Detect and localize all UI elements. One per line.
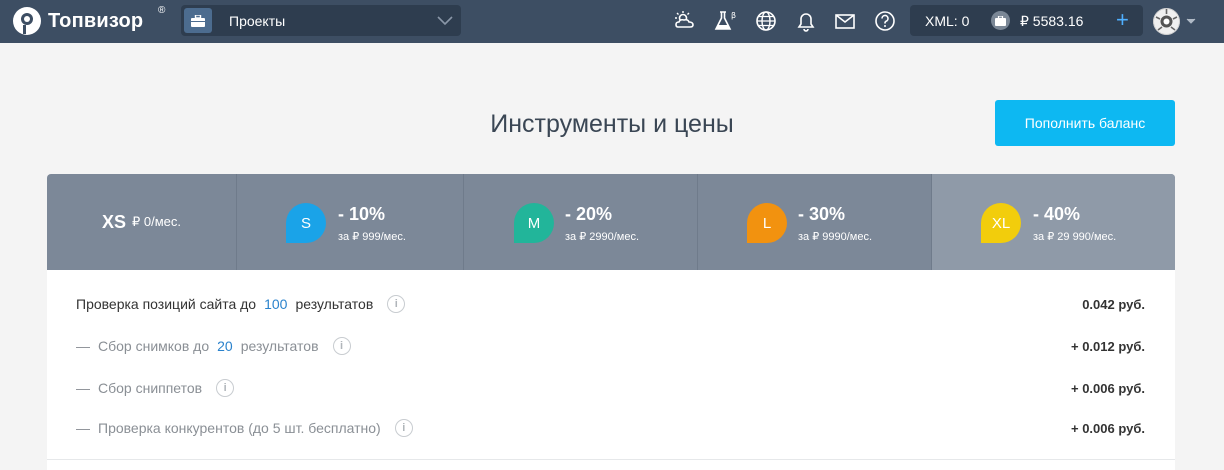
tariff-price: за ₽ 2990/мес. xyxy=(565,231,640,243)
row-text-suffix: результатов xyxy=(295,296,374,312)
tariff-discount: - 20% xyxy=(565,204,613,224)
balance-amount[interactable]: ₽ 5583.16 xyxy=(1020,13,1083,30)
beta-lab-icon[interactable]: β xyxy=(714,10,740,32)
table-row: Проверка позиций сайта до 100 результато… xyxy=(47,284,1175,324)
table-row: — Проверка конкурентов (до 5 шт. бесплат… xyxy=(47,408,1175,448)
project-selector-label: Проекты xyxy=(229,12,286,29)
wallet-icon xyxy=(991,11,1010,30)
tariff-discount: - 10% xyxy=(338,204,386,224)
row-label: — Проверка конкурентов (до 5 шт. бесплат… xyxy=(76,408,413,448)
help-icon[interactable] xyxy=(874,10,896,32)
brand-name: Топвизор xyxy=(48,9,144,32)
table-row: — Сбор сниппетов i + 0.006 руб. xyxy=(47,368,1175,408)
info-icon[interactable]: i xyxy=(332,337,351,355)
row-label: — Сбор снимков до 20 результатов i xyxy=(76,326,351,366)
registered-mark: ® xyxy=(158,5,166,16)
tariff-price: за ₽ 9990/мес. xyxy=(798,231,873,243)
chevron-down-icon xyxy=(437,16,453,26)
account-panel: XML: 0 ₽ 5583.16 + xyxy=(910,5,1143,36)
row-dash: — xyxy=(76,380,90,396)
tariff-discount: - 40% xyxy=(1033,204,1081,224)
tariff-price: за ₽ 999/мес. xyxy=(338,231,406,243)
globe-icon[interactable] xyxy=(755,10,777,32)
briefcase-icon xyxy=(184,8,212,33)
info-icon[interactable]: i xyxy=(394,419,413,437)
row-text: Проверка позиций сайта до xyxy=(76,296,257,312)
results-count-link[interactable]: 20 xyxy=(217,338,233,354)
tariff-price: за ₽ 29 990/мес. xyxy=(1033,231,1117,243)
price-table: Проверка позиций сайта до 100 результато… xyxy=(47,270,1175,470)
project-selector[interactable]: Проекты xyxy=(181,5,461,36)
tariff-s[interactable]: S - 10% за ₽ 999/мес. xyxy=(237,174,464,270)
weather-icon[interactable] xyxy=(674,10,696,32)
avatar[interactable] xyxy=(1153,8,1180,35)
info-icon[interactable]: i xyxy=(387,295,406,313)
svg-text:β: β xyxy=(731,11,736,20)
results-count-link[interactable]: 100 xyxy=(264,296,287,312)
tariff-xs[interactable]: XS ₽ 0/мес. xyxy=(47,174,237,270)
row-text: Сбор снимков до xyxy=(98,338,210,354)
logo-icon xyxy=(13,7,41,35)
bell-icon[interactable] xyxy=(795,10,817,32)
top-navigation-bar: Топвизор ® Проекты β XML: 0 ₽ 5583.16 + xyxy=(0,0,1224,43)
row-dash: — xyxy=(76,420,90,436)
tariff-l[interactable]: L - 30% за ₽ 9990/мес. xyxy=(698,174,932,270)
divider xyxy=(47,459,1175,460)
row-text: Сбор сниппетов xyxy=(98,380,203,396)
mail-icon[interactable] xyxy=(834,10,856,32)
row-text-suffix: результатов xyxy=(240,338,319,354)
row-price: 0.042 руб. xyxy=(1082,296,1145,312)
row-label: — Сбор сниппетов i xyxy=(76,368,235,408)
row-label: Проверка позиций сайта до 100 результато… xyxy=(76,284,406,324)
tariff-m[interactable]: M - 20% за ₽ 2990/мес. xyxy=(464,174,698,270)
tariff-badge: S xyxy=(286,203,326,243)
tariff-price: ₽ 0/мес. xyxy=(132,214,182,229)
tariff-tabs: XS ₽ 0/мес. S - 10% за ₽ 999/мес. M - 20… xyxy=(47,174,1175,270)
xml-counter[interactable]: XML: 0 xyxy=(925,13,969,29)
info-icon[interactable]: i xyxy=(216,379,235,397)
top-up-balance-button[interactable]: Пополнить баланс xyxy=(995,100,1175,146)
logo[interactable]: Топвизор ® xyxy=(12,5,165,36)
tariff-badge: M xyxy=(514,203,554,243)
row-dash: — xyxy=(76,338,90,354)
row-price: + 0.006 руб. xyxy=(1071,420,1145,436)
row-price: + 0.006 руб. xyxy=(1071,380,1145,396)
row-price: + 0.012 руб. xyxy=(1071,338,1145,354)
add-funds-button[interactable]: + xyxy=(1116,7,1129,33)
tariff-badge: L xyxy=(747,203,787,243)
table-row: — Сбор снимков до 20 результатов i + 0.0… xyxy=(47,326,1175,366)
tariff-badge: XL xyxy=(981,203,1021,243)
tariff-discount: - 30% xyxy=(798,204,846,224)
chevron-down-icon[interactable] xyxy=(1186,18,1196,24)
tariff-xl[interactable]: XL - 40% за ₽ 29 990/мес. xyxy=(932,174,1175,270)
row-text: Проверка конкурентов (до 5 шт. бесплатно… xyxy=(98,420,381,436)
tariff-name: XS xyxy=(101,211,126,232)
